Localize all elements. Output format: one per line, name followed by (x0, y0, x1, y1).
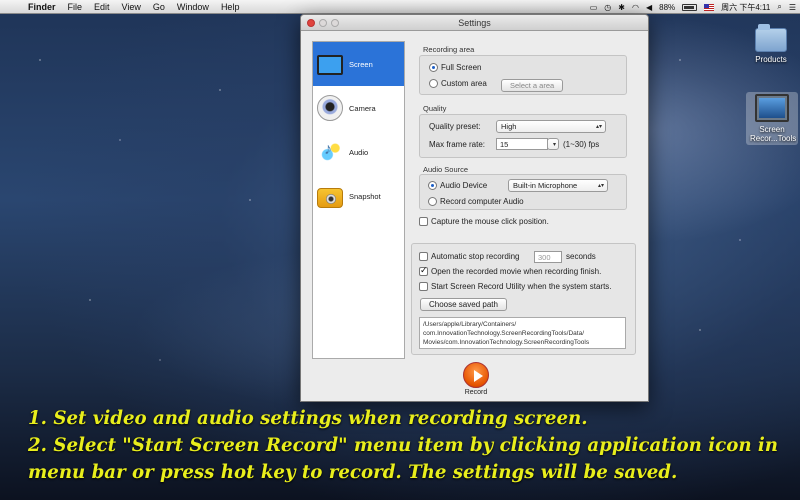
menu-go[interactable]: Go (147, 2, 171, 12)
sidebar-item-label: Camera (349, 103, 376, 113)
folder-icon (755, 24, 787, 52)
radio-icon (428, 197, 437, 206)
sidebar-item-camera[interactable]: Camera (313, 86, 404, 130)
checkbox-icon (419, 282, 428, 291)
menu-app-name[interactable]: Finder (22, 2, 62, 12)
zoom-button[interactable] (331, 19, 339, 27)
wifi-icon[interactable]: ◠ (632, 3, 639, 12)
record-button[interactable] (463, 362, 489, 388)
spotlight-icon[interactable]: ⌕ (777, 2, 781, 12)
desktop-icon-label: Products (755, 55, 787, 64)
battery-percent[interactable]: 88% (659, 3, 675, 12)
sidebar-item-label: Audio (349, 147, 369, 157)
window-titlebar[interactable]: Settings (301, 15, 648, 31)
audio-device-value: Built-in Microphone (513, 181, 578, 190)
audio-device-radio[interactable]: Audio Device (428, 181, 487, 190)
record-label: Record (464, 389, 488, 396)
close-button[interactable] (307, 19, 315, 27)
sidebar-item-label: Screen (349, 59, 373, 69)
updown-arrows-icon: ▴▾ (597, 183, 604, 189)
quality-title: Quality (423, 104, 447, 113)
audio-source-title: Audio Source (423, 165, 469, 174)
open-movie-checkbox[interactable]: Open the recorded movie when recording f… (419, 265, 602, 276)
desktop-icon-products[interactable]: Products (748, 24, 794, 64)
menu-file[interactable]: File (62, 2, 89, 12)
updown-arrows-icon: ▴▾ (595, 124, 602, 130)
instruction-line: 2. Select "Start Screen Record" menu ite… (28, 435, 779, 456)
auto-stop-label: Automatic stop recording (431, 252, 520, 261)
chevron-down-icon: ▾ (552, 141, 556, 148)
path-line: /Users/apple/Library/Containers/ (423, 321, 517, 328)
input-source-flag-icon[interactable] (704, 3, 715, 11)
capture-mouse-checkbox[interactable]: Capture the mouse click position. (419, 217, 549, 226)
sidebar-item-screen[interactable]: Screen (313, 42, 404, 86)
full-screen-radio[interactable]: Full Screen (429, 63, 481, 72)
screen-record-status-icon[interactable]: ▭ (590, 3, 598, 12)
open-movie-label: Open the recorded movie when recording f… (431, 267, 602, 276)
instruction-line: 1. Set video and audio settings when rec… (28, 408, 588, 429)
quality-preset-value: High (501, 122, 517, 131)
quality-preset-label: Quality preset: (429, 122, 481, 131)
window-title: Settings (458, 18, 491, 28)
frame-rate-value: 15 (500, 139, 509, 149)
audio-device-label: Audio Device (440, 181, 488, 190)
menu-edit[interactable]: Edit (88, 2, 116, 12)
quality-preset-select[interactable]: High ▴▾ (496, 120, 606, 133)
path-line: Movies/com.InnovationTechnology.ScreenRe… (423, 339, 590, 346)
menu-view[interactable]: View (116, 2, 147, 12)
start-utility-checkbox[interactable]: Start Screen Record Utility when the sys… (419, 282, 612, 291)
audio-icon (317, 139, 343, 165)
auto-stop-checkbox[interactable]: Automatic stop recording (419, 252, 520, 261)
auto-stop-seconds-value: 300 (538, 252, 551, 262)
choose-saved-path-button[interactable]: Choose saved path (420, 298, 507, 311)
record-computer-audio-radio[interactable]: Record computer Audio (428, 197, 524, 206)
frame-rate-range: (1~30) fps (563, 140, 600, 149)
sidebar-item-audio[interactable]: Audio (313, 130, 404, 174)
bluetooth-icon[interactable]: ✱ (618, 3, 625, 12)
minimize-button[interactable] (319, 19, 327, 27)
frame-rate-dropdown-button[interactable]: ▾ (547, 138, 559, 150)
sidebar-item-label: Snapshot (349, 191, 381, 201)
frame-rate-combo[interactable]: 15 (496, 138, 548, 150)
audio-device-select[interactable]: Built-in Microphone ▴▾ (508, 179, 608, 192)
recording-area-title: Recording area (423, 45, 475, 54)
menu-help[interactable]: Help (215, 2, 246, 12)
settings-window: Settings Screen Camera Audio Snapshot Re… (300, 14, 649, 402)
full-screen-label: Full Screen (441, 63, 482, 72)
seconds-label: seconds (566, 252, 596, 261)
path-line: com.InnovationTechnology.ScreenRecording… (423, 330, 585, 337)
select-area-button[interactable]: Select a area (501, 79, 564, 92)
notification-center-icon[interactable]: ☰ (789, 3, 796, 12)
radio-icon (429, 79, 438, 88)
menu-bar: Finder File Edit View Go Window Help ▭ ◷… (0, 0, 800, 14)
desktop-icon-label: Screen Recor...Tools (750, 125, 797, 143)
monitor-icon (317, 55, 343, 75)
time-machine-icon[interactable]: ◷ (604, 3, 611, 12)
monitor-icon (755, 94, 789, 122)
radio-selected-icon (429, 63, 438, 72)
checkbox-icon (419, 252, 428, 261)
settings-sidebar: Screen Camera Audio Snapshot (312, 41, 405, 359)
instruction-line: menu bar or press hot key to record. The… (28, 462, 678, 483)
volume-icon[interactable]: ◀ (646, 3, 652, 12)
menu-clock[interactable]: 周六 下午4:11 (721, 2, 770, 13)
custom-area-label: Custom area (441, 79, 487, 88)
start-utility-label: Start Screen Record Utility when the sys… (431, 282, 612, 291)
capture-mouse-label: Capture the mouse click position. (431, 217, 549, 226)
camera-icon (317, 187, 343, 208)
battery-icon[interactable] (682, 3, 698, 11)
desktop-icon-screen-record-tools[interactable]: Screen Recor...Tools (746, 92, 798, 145)
checkbox-checked-icon (419, 265, 428, 276)
webcam-icon (317, 95, 343, 121)
auto-stop-seconds-input[interactable]: 300 (534, 251, 562, 263)
menu-window[interactable]: Window (171, 2, 215, 12)
record-computer-audio-label: Record computer Audio (440, 197, 524, 206)
sidebar-item-snapshot[interactable]: Snapshot (313, 174, 404, 218)
custom-area-radio[interactable]: Custom area (429, 79, 487, 88)
max-frame-rate-label: Max frame rate: (429, 140, 486, 149)
saved-path-field[interactable]: /Users/apple/Library/Containers/ com.Inn… (419, 317, 626, 349)
instructions-overlay: 1. Set video and audio settings when rec… (28, 405, 798, 486)
checkbox-icon (419, 217, 428, 226)
radio-selected-icon (428, 181, 437, 190)
